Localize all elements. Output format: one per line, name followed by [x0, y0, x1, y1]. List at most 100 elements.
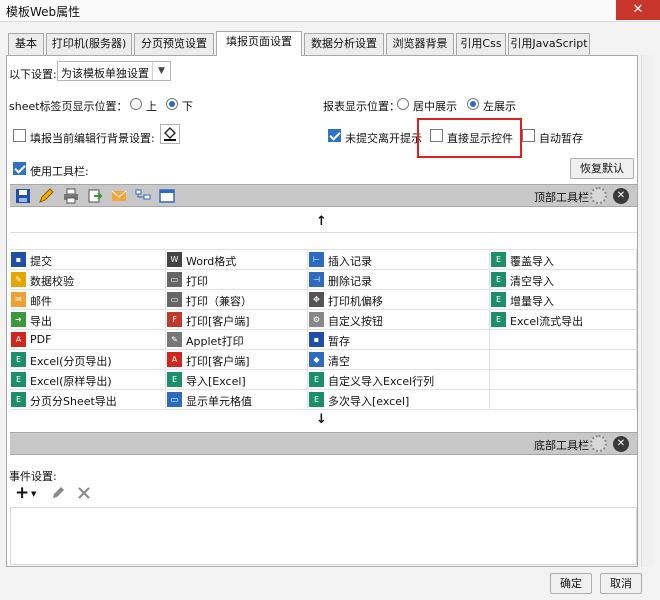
gear-icon[interactable] — [590, 187, 607, 204]
insert-record-icon: ⊢ — [309, 252, 324, 267]
palette-button[interactable]: ➜ 导出 — [10, 310, 166, 330]
arrow-up-icon[interactable]: ↑ — [316, 214, 327, 229]
tab-fill-page[interactable]: 填报页面设置 — [216, 31, 302, 56]
top-toolbar: 顶部工具栏 ✕ — [10, 184, 637, 207]
palette-button[interactable]: ⊣ 删除记录 — [308, 270, 490, 290]
palette-button-label: 打印[客户端] — [186, 315, 250, 328]
unsubmitted-leave-prompt-checkbox[interactable] — [328, 129, 341, 142]
autosave-label: 自动暂存 — [539, 132, 583, 145]
eraser-icon: ◆ — [309, 352, 324, 367]
report-left-radio[interactable] — [467, 98, 479, 110]
bottom-toolbar-label: 底部工具栏 — [534, 439, 589, 452]
highlight-box — [417, 118, 522, 158]
printer-icon: ▭ — [167, 272, 182, 287]
mail-icon[interactable] — [111, 188, 127, 204]
delete-icon[interactable] — [77, 486, 91, 500]
restore-default-button[interactable]: 恢复默认 — [570, 158, 634, 179]
palette-button[interactable]: W Word格式 — [166, 250, 308, 270]
palette-button[interactable]: A 打印[客户端] — [166, 350, 308, 370]
palette-button-label: 导入[Excel] — [186, 375, 246, 388]
palette-button[interactable]: E 分页分Sheet导出 — [10, 390, 166, 410]
paint-bucket-button[interactable] — [160, 124, 180, 144]
tab-page-preview[interactable]: 分页预览设置 — [134, 33, 214, 55]
export-icon[interactable] — [87, 188, 103, 204]
excel-icon: E — [309, 372, 324, 387]
report-center-radio[interactable] — [397, 98, 409, 110]
save-icon[interactable] — [15, 188, 31, 204]
palette-button[interactable]: E 自定义导入Excel行列 — [308, 370, 490, 390]
palette-button[interactable]: ✥ 打印机偏移 — [308, 290, 490, 310]
tab-data-analysis[interactable]: 数据分析设置 — [304, 33, 384, 55]
chevron-down-icon[interactable]: ▼ — [31, 490, 36, 498]
palette-button[interactable]: E Excel流式导出 — [490, 310, 637, 330]
palette-button[interactable]: E 多次导入[excel] — [308, 390, 490, 410]
palette-button-label: 导出 — [30, 315, 52, 328]
palette-button-label: 清空导入 — [510, 275, 554, 288]
delete-record-icon: ⊣ — [309, 272, 324, 287]
add-event-icon[interactable]: + — [15, 483, 29, 503]
save-icon: ▪ — [11, 252, 26, 267]
palette-button[interactable]: ✉ 邮件 — [10, 290, 166, 310]
ok-button[interactable]: 确定 — [550, 573, 592, 594]
palette-button[interactable]: E 覆盖导入 — [490, 250, 637, 270]
palette-button[interactable]: F 打印[客户端] — [166, 310, 308, 330]
palette-button[interactable]: E Excel(原样导出) — [10, 370, 166, 390]
palette-button[interactable]: ✎ Applet打印 — [166, 330, 308, 350]
fill-row-background-label: 填报当前编辑行背景设置: — [30, 132, 155, 145]
insert-record-icon[interactable] — [135, 188, 151, 204]
autosave-checkbox[interactable] — [522, 129, 535, 142]
tab-css[interactable]: 引用Css — [456, 33, 506, 55]
palette-button[interactable]: ◆ 清空 — [308, 350, 490, 370]
tab-basic[interactable]: 基本 — [8, 33, 44, 55]
palette-button[interactable]: ▪ 提交 — [10, 250, 166, 270]
sheet-tab-bottom-radio[interactable] — [166, 98, 178, 110]
palette-button-label: 分页分Sheet导出 — [30, 395, 117, 408]
palette-button[interactable]: ▭ 显示单元格值 — [166, 390, 308, 410]
palette-button[interactable]: ▭ 打印（兼容） — [166, 290, 308, 310]
tab-browser-background[interactable]: 浏览器背景 — [386, 33, 454, 55]
palette-empty-cell — [490, 390, 637, 410]
report-position-label: 报表显示位置： — [323, 100, 400, 113]
close-icon[interactable]: ✕ — [613, 188, 629, 204]
fill-row-background-checkbox[interactable] — [13, 129, 26, 142]
window-icon[interactable] — [159, 188, 175, 204]
palette-button[interactable]: E 清空导入 — [490, 270, 637, 290]
word-icon: W — [167, 252, 182, 267]
chevron-down-icon: ▼ — [152, 62, 170, 80]
gear-icon: ⚙ — [309, 312, 324, 327]
apply-settings-select[interactable]: 为该模板单独设置 ▼ — [57, 61, 171, 81]
palette-button[interactable]: ✎ 数据校验 — [10, 270, 166, 290]
palette-button[interactable]: ⊢ 插入记录 — [308, 250, 490, 270]
palette-button[interactable]: ⚙ 自定义按钮 — [308, 310, 490, 330]
palette-button[interactable]: ▪ 暂存 — [308, 330, 490, 350]
palette-empty-cell — [490, 350, 637, 370]
palette-button-label: 自定义按钮 — [328, 315, 383, 328]
arrow-down-icon[interactable]: ↓ — [316, 412, 327, 427]
window-icon: ▭ — [167, 392, 182, 407]
gear-icon[interactable] — [590, 435, 607, 452]
close-icon[interactable]: ✕ — [613, 436, 629, 452]
use-toolbar-checkbox[interactable] — [13, 162, 26, 175]
sheet-tab-top-radio[interactable] — [130, 98, 142, 110]
edit-icon[interactable] — [51, 486, 65, 500]
palette-button[interactable]: E 导入[Excel] — [166, 370, 308, 390]
tab-javascript[interactable]: 引用JavaScript — [508, 33, 590, 55]
palette-button[interactable]: E Excel(分页导出) — [10, 350, 166, 370]
palette-button-label: 打印[客户端] — [186, 355, 250, 368]
palette-button-label: Excel(原样导出) — [30, 375, 112, 388]
palette-button-label: 增量导入 — [510, 295, 554, 308]
excel-icon: E — [491, 292, 506, 307]
palette-button-label: 数据校验 — [30, 275, 74, 288]
cancel-button[interactable]: 取消 — [600, 573, 642, 594]
printer-icon[interactable] — [63, 188, 79, 204]
tab-printer-server[interactable]: 打印机(服务器) — [46, 33, 132, 55]
vertical-scrollbar[interactable] — [641, 55, 653, 567]
apply-settings-label: 以下设置: — [9, 68, 57, 81]
palette-button[interactable]: ▭ 打印 — [166, 270, 308, 290]
palette-button[interactable]: E 增量导入 — [490, 290, 637, 310]
events-list[interactable] — [10, 507, 637, 565]
pencil-icon[interactable] — [38, 188, 54, 204]
window-close-button[interactable]: ✕ — [616, 0, 660, 20]
palette-button[interactable]: A PDF — [10, 330, 166, 350]
sheet-tab-position-label: sheet标签页显示位置： — [9, 100, 128, 113]
